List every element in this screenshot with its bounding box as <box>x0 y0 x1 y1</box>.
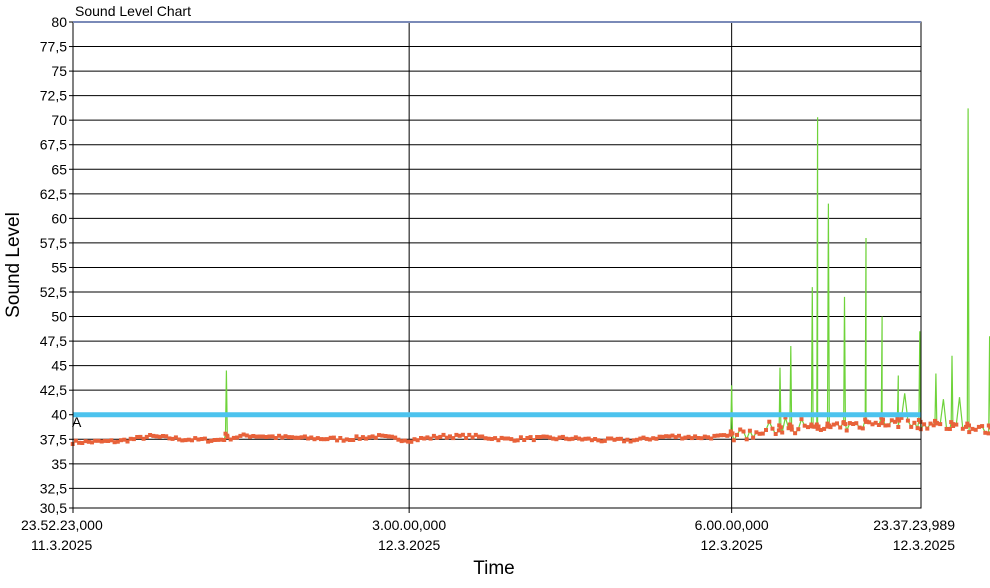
y-tick-label: 80 <box>51 14 67 30</box>
y-tick-label: 52,5 <box>40 284 67 300</box>
y-tick-label: 70 <box>51 112 67 128</box>
y-tick-label: 67,5 <box>40 137 67 153</box>
data-point-marker <box>747 428 752 433</box>
y-tick-label: 57,5 <box>40 235 67 251</box>
y-tick-label: 55 <box>51 259 67 275</box>
data-point-marker <box>896 425 901 429</box>
data-point-marker <box>731 438 736 443</box>
y-tick-label: 77,5 <box>40 39 67 55</box>
x-axis-ticks: 23.52.23,000 11.3.2025 3.00.00,000 12.3.202… <box>21 508 955 553</box>
y-tick-label: 42,5 <box>40 382 67 398</box>
x-tick-date-label: 12.3.2025 <box>893 537 955 553</box>
y-tick-label: 47,5 <box>40 333 67 349</box>
data-point-marker <box>770 426 775 431</box>
data-point-marker <box>780 430 785 435</box>
data-point-marker <box>954 422 959 427</box>
y-tick-label: 37,5 <box>40 431 67 447</box>
data-point-marker <box>764 428 768 432</box>
x-tick-time-label: 3.00.00,000 <box>372 517 446 533</box>
data-point-marker <box>881 417 885 422</box>
x-tick-time-label: 23.52.23,000 <box>21 517 103 533</box>
data-point-marker <box>938 422 943 427</box>
data-point-marker <box>909 424 914 429</box>
data-point-marker <box>793 431 798 436</box>
y-tick-label: 45 <box>51 358 67 374</box>
y-tick-label: 32,5 <box>40 480 67 496</box>
y-tick-label: 60 <box>51 210 67 226</box>
y-tick-label: 35 <box>51 456 67 472</box>
data-point-marker <box>835 421 839 426</box>
data-point-marker <box>796 427 801 432</box>
y-axis-ticks: 30,5 32,5 35 37,5 40 42,5 45 47,5 50 52,5 55 57,5 60… <box>40 14 73 516</box>
data-point-marker <box>778 425 783 430</box>
x-tick-date-label: 12.3.2025 <box>378 537 440 553</box>
data-point-marker <box>843 422 848 427</box>
data-point-marker <box>854 421 859 426</box>
data-point-marker <box>767 419 772 424</box>
x-tick-time-label: 23.37.23,989 <box>873 517 955 533</box>
data-point-marker <box>925 426 930 431</box>
data-point-marker <box>886 423 891 428</box>
data-point-marker <box>905 418 910 423</box>
x-tick-date-label: 12.3.2025 <box>700 537 762 553</box>
x-axis-label: Time <box>473 558 515 579</box>
data-point-marker <box>838 425 843 430</box>
data-point-marker <box>844 428 849 433</box>
y-tick-label: 72,5 <box>40 88 67 104</box>
y-tick-label: 50 <box>51 309 67 325</box>
y-tick-label: 62,5 <box>40 186 67 202</box>
y-axis-label: Sound Level <box>3 212 24 318</box>
x-tick-time-label: 6.00.00,000 <box>695 517 769 533</box>
data-point-marker <box>789 427 794 432</box>
data-point-marker <box>860 426 865 431</box>
data-point-marker <box>741 429 746 434</box>
data-point-marker <box>735 432 739 437</box>
data-point-marker <box>730 431 735 436</box>
data-point-marker <box>351 438 356 442</box>
data-point-marker <box>980 424 985 429</box>
data-point-marker <box>760 431 765 436</box>
y-tick-label: 75 <box>51 63 67 79</box>
y-tick-label: 65 <box>51 161 67 177</box>
data-point-marker <box>816 424 821 429</box>
y-tick-label: 30,5 <box>40 500 67 516</box>
x-tick-date-label: 11.3.2025 <box>31 537 92 553</box>
chart-title: Sound Level Chart <box>75 3 191 19</box>
y-tick-label: 40 <box>51 407 67 423</box>
data-point-marker <box>744 437 749 442</box>
data-point-marker <box>799 417 804 422</box>
data-point-marker <box>922 422 927 427</box>
data-point-marker <box>912 420 917 425</box>
data-point-marker <box>986 431 990 436</box>
data-point-marker <box>751 435 756 440</box>
data-point-marker <box>773 432 778 436</box>
sound-level-chart: Sound Level Chart 30,5 32,5 35 37,5 40 42,5 45… <box>3 3 990 579</box>
